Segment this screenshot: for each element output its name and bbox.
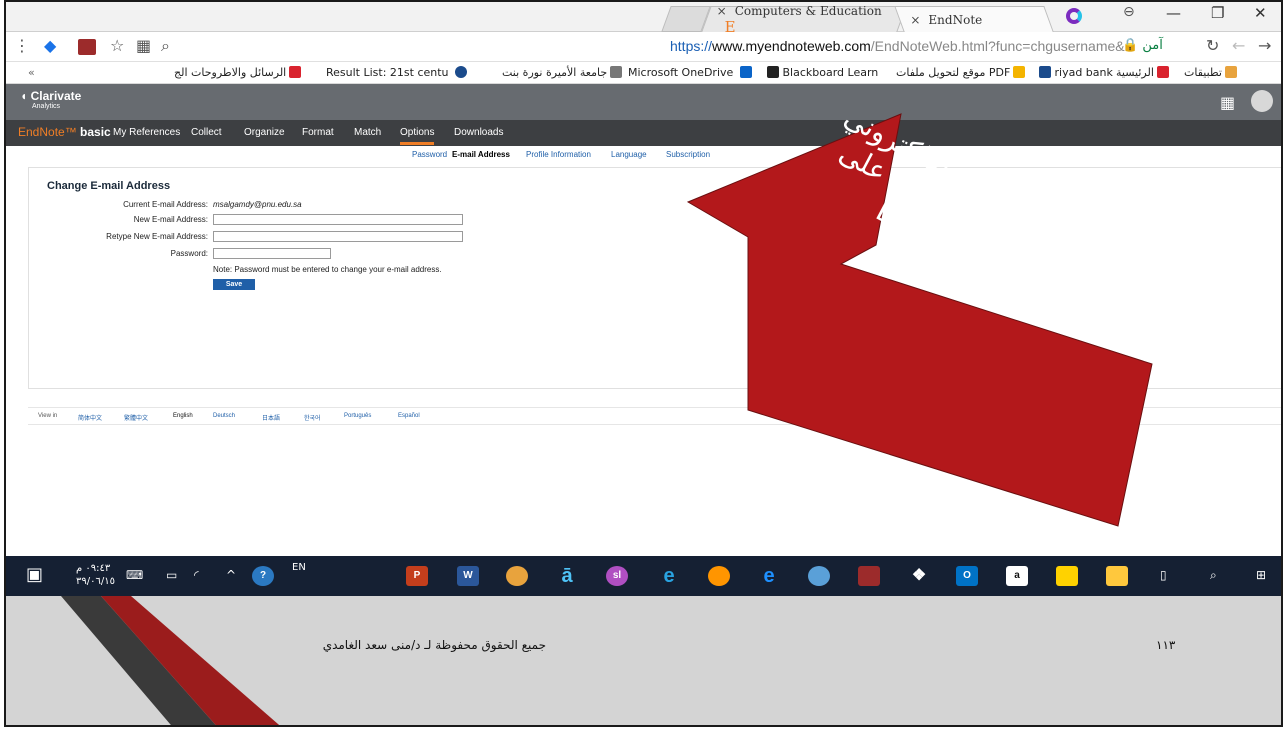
windows-start-icon[interactable]: ⊞ bbox=[1256, 568, 1266, 582]
slide-page-number: ١١٣ bbox=[1156, 638, 1176, 652]
notification-icon[interactable]: ▣ bbox=[26, 564, 43, 585]
ie-icon[interactable]: e bbox=[658, 566, 680, 586]
keyboard-icon[interactable]: ⌨ bbox=[126, 568, 143, 582]
slide-frame: × Computers & Education E × EndNote ⊖ — ❐ … bbox=[4, 0, 1283, 727]
date-text: ٣٩/٠٦/١٥ bbox=[76, 576, 115, 587]
slide-footer-area: جميع الحقوق محفوظة لـ د/منى سعد الغامدي … bbox=[6, 596, 1281, 725]
sl-icon[interactable]: sl bbox=[606, 566, 628, 586]
firefox-icon[interactable] bbox=[708, 566, 730, 586]
input-language[interactable]: EN bbox=[292, 562, 306, 573]
powerpoint-icon[interactable]: P bbox=[406, 566, 428, 586]
clock[interactable]: ٠٩:٤٣ م ٣٩/٠٦/١٥ bbox=[76, 562, 115, 588]
file-explorer-icon[interactable] bbox=[1106, 566, 1128, 586]
show-hidden-icon[interactable]: ^ bbox=[226, 568, 236, 582]
copyright-text: جميع الحقوق محفوظة لـ د/منى سعد الغامدي bbox=[322, 638, 546, 652]
battery-icon[interactable]: ▭ bbox=[166, 568, 177, 582]
chrome-icon[interactable] bbox=[506, 566, 528, 586]
wifi-icon[interactable]: ◜ bbox=[194, 568, 199, 582]
network-app-icon[interactable] bbox=[808, 566, 830, 586]
store-icon[interactable] bbox=[1056, 566, 1078, 586]
amazon-icon[interactable]: a bbox=[1006, 566, 1028, 586]
dropbox-icon[interactable]: ❖ bbox=[908, 566, 930, 586]
windows-taskbar: ▣ ٠٩:٤٣ م ٣٩/٠٦/١٥ ⌨ ▭ ◜ ^ ? EN P W ā sl … bbox=[6, 556, 1281, 596]
time-text: ٠٩:٤٣ م bbox=[76, 563, 111, 574]
help-icon[interactable]: ? bbox=[252, 566, 274, 586]
edge-icon[interactable]: e bbox=[758, 566, 780, 586]
taskbar-search-icon[interactable]: ⌕ bbox=[1210, 568, 1217, 583]
app-a-icon[interactable]: ā bbox=[556, 566, 578, 586]
slide-decoration bbox=[61, 596, 280, 725]
outlook-icon[interactable]: O bbox=[956, 566, 978, 586]
word-icon[interactable]: W bbox=[457, 566, 479, 586]
task-view-icon[interactable]: ▯ bbox=[1160, 568, 1167, 582]
mendeley-desktop-icon[interactable] bbox=[858, 566, 880, 586]
